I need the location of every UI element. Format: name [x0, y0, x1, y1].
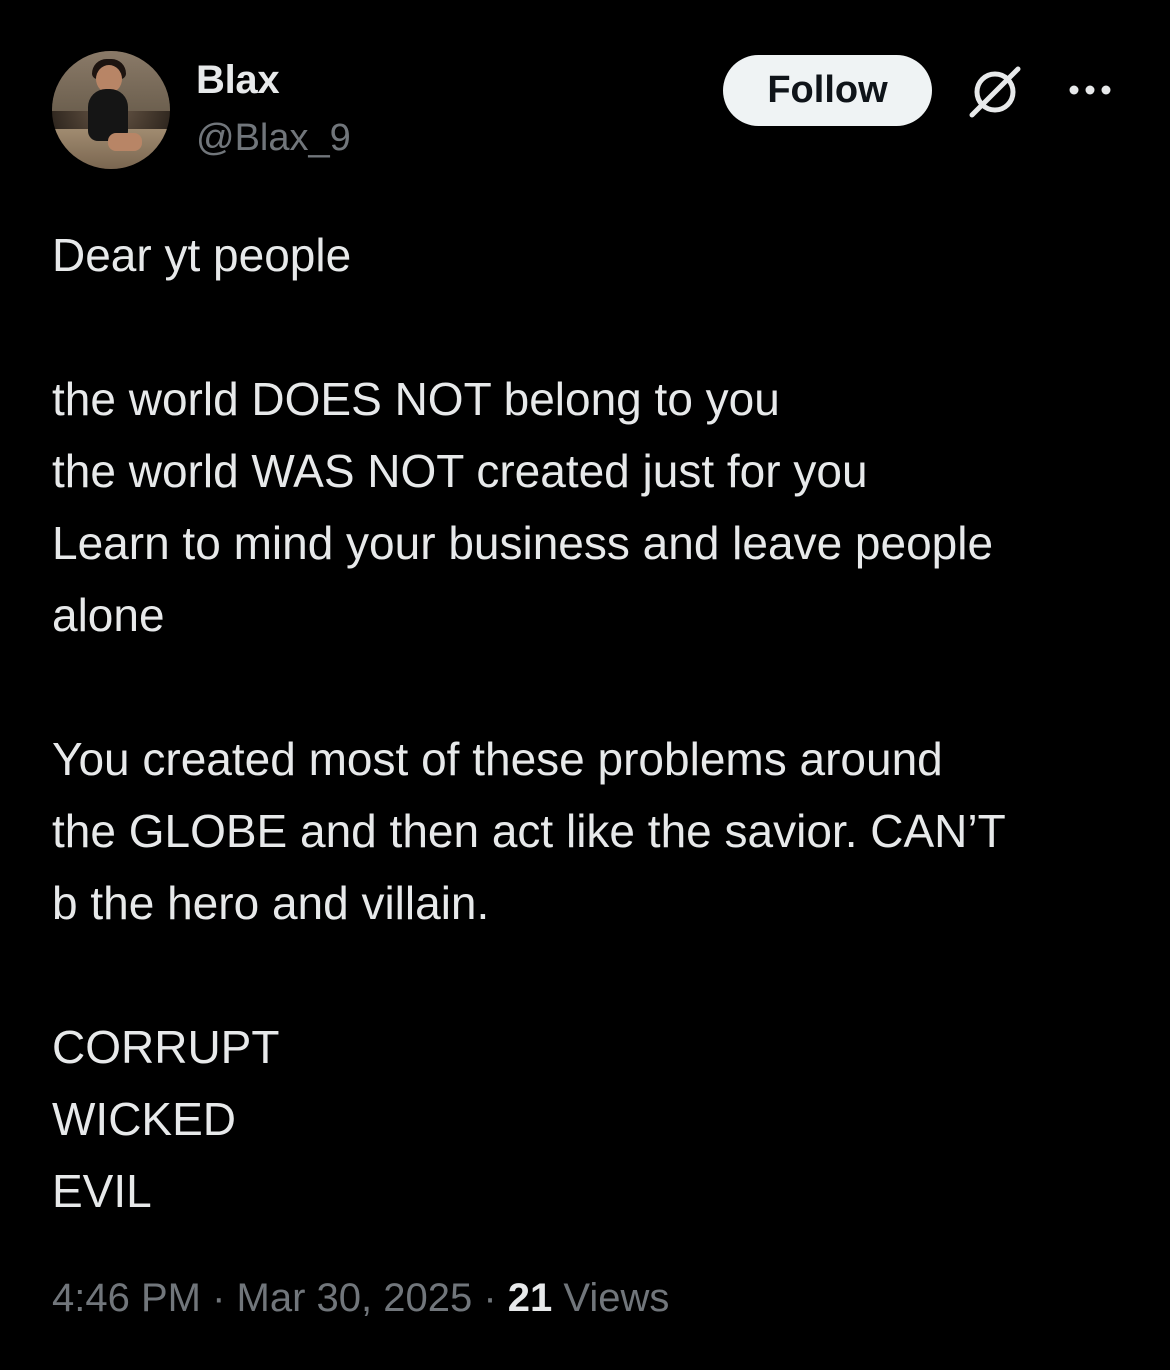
more-icon[interactable] [1066, 80, 1114, 100]
author-handle[interactable]: @Blax_9 [196, 115, 351, 161]
follow-button-label: Follow [767, 69, 888, 111]
post-meta: 4:46 PM · Mar 30, 2025 · 21 Views [52, 1270, 669, 1326]
grok-icon[interactable] [966, 63, 1024, 119]
post-date[interactable]: Mar 30, 2025 [237, 1276, 473, 1320]
tweet: Blax @Blax_9 Follow Dear yt people the w… [0, 0, 1170, 1370]
meta-separator: · [200, 1276, 237, 1320]
post-line: WICKED [52, 1093, 236, 1145]
post-line: the world WAS NOT created just for you [52, 445, 868, 497]
post-line: EVIL [52, 1165, 152, 1217]
avatar-figure-legs [108, 133, 142, 151]
author-display-name[interactable]: Blax [196, 56, 280, 104]
post-blank-line [52, 291, 1142, 363]
post-line: the world DOES NOT belong to you [52, 373, 780, 425]
post-line: Learn to mind your business and leave pe… [52, 517, 994, 569]
post-line: b the hero and villain. [52, 877, 490, 929]
post-line: CORRUPT [52, 1021, 280, 1073]
post-line: alone [52, 589, 165, 641]
post-blank-line [52, 939, 1142, 1011]
meta-separator: · [472, 1276, 508, 1320]
follow-button[interactable]: Follow [723, 55, 932, 126]
views-count[interactable]: 21 [508, 1276, 553, 1320]
views-label: Views [552, 1276, 670, 1320]
post-line: You created most of these problems aroun… [52, 733, 943, 785]
post-blank-line [52, 651, 1142, 723]
post-text: Dear yt people the world DOES NOT belong… [52, 219, 1142, 1227]
avatar[interactable] [52, 51, 170, 169]
post-line: Dear yt people [52, 229, 352, 281]
post-time[interactable]: 4:46 PM [52, 1276, 201, 1320]
post-line: the GLOBE and then act like the savior. … [52, 805, 1006, 857]
